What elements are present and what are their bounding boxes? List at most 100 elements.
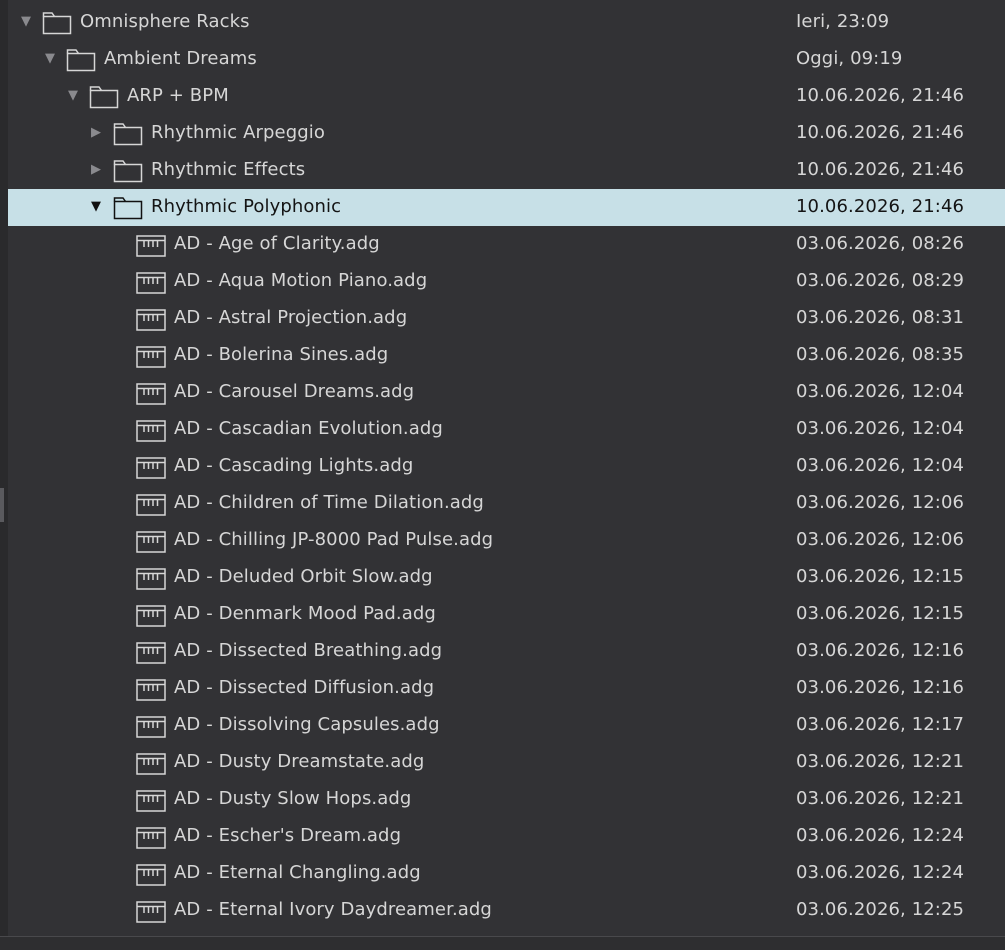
file-row[interactable]: AD - Astral Projection.adg 03.06.2026, 0… (8, 300, 1005, 337)
modified-date: 03.06.2026, 12:04 (796, 381, 965, 402)
modified-date: 03.06.2026, 12:16 (796, 640, 965, 661)
file-name: AD - Dusty Dreamstate.adg (174, 751, 425, 772)
folder-name: ARP + BPM (127, 85, 229, 106)
instrument-rack-file-icon (136, 827, 166, 849)
chevron-right-icon[interactable]: ▶ (88, 160, 104, 180)
folder-icon (66, 49, 96, 72)
chevron-down-icon[interactable]: ▼ (18, 12, 34, 32)
file-name: AD - Denmark Mood Pad.adg (174, 603, 436, 624)
instrument-rack-file-icon (136, 494, 166, 516)
file-name: AD - Dusty Slow Hops.adg (174, 788, 412, 809)
file-row[interactable]: AD - Cascadian Evolution.adg 03.06.2026,… (8, 411, 1005, 448)
file-row[interactable]: AD - Eternal Changling.adg 03.06.2026, 1… (8, 855, 1005, 892)
instrument-rack-file-icon (136, 790, 166, 812)
file-name: AD - Carousel Dreams.adg (174, 381, 415, 402)
file-row[interactable]: AD - Dissolving Capsules.adg 03.06.2026,… (8, 707, 1005, 744)
instrument-rack-file-icon (136, 272, 166, 294)
folder-icon (113, 197, 143, 220)
folder-row-arp-bpm[interactable]: ▼ ARP + BPM 10.06.2026, 21:46 (8, 78, 1005, 115)
modified-date: 03.06.2026, 08:31 (796, 307, 965, 328)
instrument-rack-file-icon (136, 346, 166, 368)
modified-date: 03.06.2026, 12:21 (796, 751, 965, 772)
instrument-rack-file-icon (136, 901, 166, 923)
folder-icon (89, 86, 119, 109)
folder-row-rhythmic-effects[interactable]: ▶ Rhythmic Effects 10.06.2026, 21:46 (8, 152, 1005, 189)
file-row[interactable]: AD - Chilling JP-8000 Pad Pulse.adg 03.0… (8, 522, 1005, 559)
modified-date: 10.06.2026, 21:46 (796, 196, 965, 217)
instrument-rack-file-icon (136, 679, 166, 701)
file-row[interactable]: AD - Dusty Slow Hops.adg 03.06.2026, 12:… (8, 781, 1005, 818)
file-name: AD - Children of Time Dilation.adg (174, 492, 484, 513)
file-row[interactable]: AD - Deluded Orbit Slow.adg 03.06.2026, … (8, 559, 1005, 596)
modified-date: 10.06.2026, 21:46 (796, 122, 965, 143)
file-row[interactable]: AD - Dissected Diffusion.adg 03.06.2026,… (8, 670, 1005, 707)
modified-date: 03.06.2026, 12:21 (796, 788, 965, 809)
left-gutter (0, 0, 8, 950)
folder-icon (113, 160, 143, 183)
file-name: AD - Bolerina Sines.adg (174, 344, 389, 365)
file-name: AD - Age of Clarity.adg (174, 233, 380, 254)
modified-date: 03.06.2026, 12:04 (796, 455, 965, 476)
file-browser: ▼ Omnisphere Racks Ieri, 23:09 ▼ Ambient… (0, 0, 1005, 950)
chevron-down-icon[interactable]: ▼ (42, 49, 58, 69)
modified-date: 03.06.2026, 08:29 (796, 270, 965, 291)
folder-icon (42, 12, 72, 35)
folder-name: Rhythmic Effects (151, 159, 306, 180)
modified-date: 03.06.2026, 12:06 (796, 492, 965, 513)
browser-tree: ▼ Omnisphere Racks Ieri, 23:09 ▼ Ambient… (8, 4, 1005, 929)
folder-row-ambient-dreams[interactable]: ▼ Ambient Dreams Oggi, 09:19 (8, 41, 1005, 78)
instrument-rack-file-icon (136, 568, 166, 590)
file-name: AD - Chilling JP-8000 Pad Pulse.adg (174, 529, 494, 550)
modified-date: 10.06.2026, 21:46 (796, 159, 965, 180)
file-name: AD - Dissected Breathing.adg (174, 640, 443, 661)
file-row[interactable]: AD - Age of Clarity.adg 03.06.2026, 08:2… (8, 226, 1005, 263)
instrument-rack-file-icon (136, 753, 166, 775)
folder-row-rhythmic-arpeggio[interactable]: ▶ Rhythmic Arpeggio 10.06.2026, 21:46 (8, 115, 1005, 152)
modified-date: 03.06.2026, 12:24 (796, 862, 965, 883)
file-row[interactable]: AD - Dissected Breathing.adg 03.06.2026,… (8, 633, 1005, 670)
file-name: AD - Astral Projection.adg (174, 307, 408, 328)
modified-date: Ieri, 23:09 (796, 11, 890, 32)
file-row[interactable]: AD - Cascading Lights.adg 03.06.2026, 12… (8, 448, 1005, 485)
modified-date: 03.06.2026, 12:16 (796, 677, 965, 698)
modified-date: 03.06.2026, 12:24 (796, 825, 965, 846)
instrument-rack-file-icon (136, 716, 166, 738)
instrument-rack-file-icon (136, 309, 166, 331)
instrument-rack-file-icon (136, 235, 166, 257)
file-row[interactable]: AD - Denmark Mood Pad.adg 03.06.2026, 12… (8, 596, 1005, 633)
folder-name: Rhythmic Arpeggio (151, 122, 325, 143)
file-row[interactable]: AD - Children of Time Dilation.adg 03.06… (8, 485, 1005, 522)
bottom-strip (0, 937, 1005, 950)
folder-row-omnisphere-racks[interactable]: ▼ Omnisphere Racks Ieri, 23:09 (8, 4, 1005, 41)
chevron-right-icon[interactable]: ▶ (88, 123, 104, 143)
modified-date: 03.06.2026, 12:17 (796, 714, 965, 735)
resize-handle[interactable] (0, 488, 4, 522)
file-name: AD - Cascading Lights.adg (174, 455, 414, 476)
file-row[interactable]: AD - Eternal Ivory Daydreamer.adg 03.06.… (8, 892, 1005, 929)
folder-name: Omnisphere Racks (80, 11, 250, 32)
instrument-rack-file-icon (136, 420, 166, 442)
chevron-down-icon[interactable]: ▼ (65, 86, 81, 106)
file-row[interactable]: AD - Carousel Dreams.adg 03.06.2026, 12:… (8, 374, 1005, 411)
file-name: AD - Dissolving Capsules.adg (174, 714, 440, 735)
file-row[interactable]: AD - Dusty Dreamstate.adg 03.06.2026, 12… (8, 744, 1005, 781)
modified-date: 03.06.2026, 12:25 (796, 899, 965, 920)
file-name: AD - Dissected Diffusion.adg (174, 677, 435, 698)
modified-date: Oggi, 09:19 (796, 48, 903, 69)
file-row[interactable]: AD - Bolerina Sines.adg 03.06.2026, 08:3… (8, 337, 1005, 374)
modified-date: 03.06.2026, 12:06 (796, 529, 965, 550)
modified-date: 10.06.2026, 21:46 (796, 85, 965, 106)
instrument-rack-file-icon (136, 457, 166, 479)
folder-row-rhythmic-polyphonic[interactable]: ▼ Rhythmic Polyphonic 10.06.2026, 21:46 (8, 189, 1005, 226)
file-name: AD - Escher's Dream.adg (174, 825, 402, 846)
modified-date: 03.06.2026, 08:26 (796, 233, 965, 254)
file-row[interactable]: AD - Aqua Motion Piano.adg 03.06.2026, 0… (8, 263, 1005, 300)
file-name: AD - Eternal Changling.adg (174, 862, 421, 883)
chevron-down-icon[interactable]: ▼ (88, 197, 104, 217)
file-name: AD - Aqua Motion Piano.adg (174, 270, 428, 291)
file-name: AD - Cascadian Evolution.adg (174, 418, 443, 439)
modified-date: 03.06.2026, 08:35 (796, 344, 965, 365)
instrument-rack-file-icon (136, 864, 166, 886)
modified-date: 03.06.2026, 12:15 (796, 603, 965, 624)
file-row[interactable]: AD - Escher's Dream.adg 03.06.2026, 12:2… (8, 818, 1005, 855)
